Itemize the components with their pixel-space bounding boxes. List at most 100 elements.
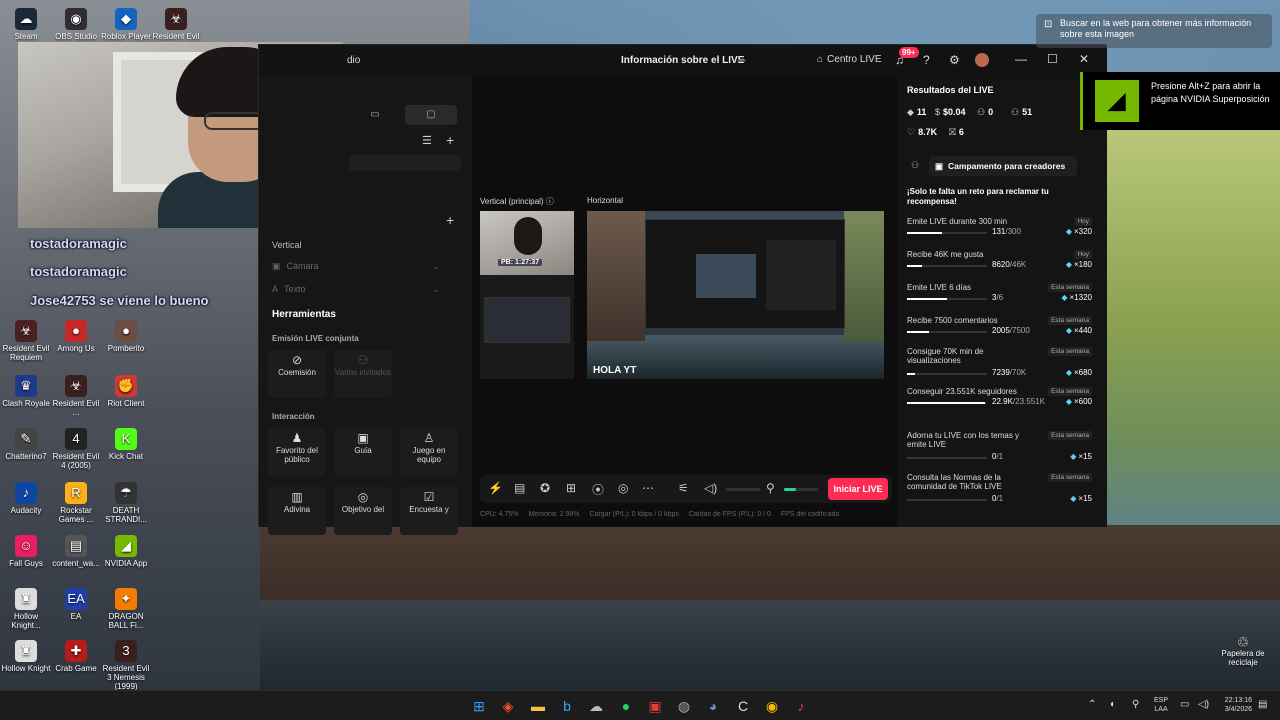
challenge-item[interactable]: Conseguir 23.551K seguidores Esta semana 2…: [907, 387, 1092, 419]
tray-app-icon[interactable]: ◐: [1110, 699, 1116, 710]
effects-icon[interactable]: ✪: [540, 481, 550, 495]
recycle-bin[interactable]: ♲ Papelera de reciclaje: [1220, 635, 1266, 667]
maximize-icon[interactable]: ☐: [1047, 52, 1058, 66]
desktop-icon[interactable]: R Rockstar Games ...: [50, 482, 102, 524]
tool-icon: ♟: [291, 431, 303, 445]
desktop-icon[interactable]: ◢ NVIDIA App: [100, 535, 152, 568]
desktop-icon[interactable]: ♛ Clash Royale: [0, 375, 52, 408]
gear-icon[interactable]: ⚙: [949, 53, 960, 67]
desktop-icon[interactable]: ♜ Hollow Knight...: [0, 588, 52, 630]
desktop-icon[interactable]: ✦ DRAGON BALL Fi...: [100, 588, 152, 630]
speaker-volume-slider[interactable]: [726, 488, 760, 491]
desktop-icon[interactable]: K Kick Chat: [100, 428, 152, 461]
desktop-icon[interactable]: ♪ Audacity: [0, 482, 52, 515]
desktop-icon[interactable]: ☂ DEATH STRANDI...: [100, 482, 152, 524]
vertical-preview[interactable]: PB: 1:27:37: [480, 211, 574, 379]
tiktok-icon[interactable]: ♪: [792, 697, 810, 715]
challenge-item[interactable]: Emite LIVE durante 300 min Hoy 131/300 ◆ ×32…: [907, 217, 1092, 249]
chevron-down-icon[interactable]: ⌄: [432, 284, 440, 295]
challenge-item[interactable]: Consulta las Normas de la comunidad de T…: [907, 473, 1092, 505]
list-icon[interactable]: ☰: [422, 134, 432, 147]
challenge-item[interactable]: Recibe 7500 comentarios Esta semana 2005/7…: [907, 316, 1092, 348]
start-live-button[interactable]: Iniciar LIVE: [828, 478, 888, 500]
web-search-tooltip[interactable]: ⊡ Buscar en la web para obtener más info…: [1036, 14, 1272, 48]
horizontal-preview[interactable]: HOLA YT: [587, 211, 884, 379]
windows-start-icon[interactable]: ⊞: [470, 697, 488, 715]
add-source-icon[interactable]: +: [446, 212, 454, 228]
desktop-icon[interactable]: ● Among Us: [50, 320, 102, 353]
mic-tray-icon[interactable]: ⚲: [1132, 699, 1139, 710]
nvidia-overlay-toast[interactable]: ◢ Presione Alt+Z para abrir la página NV…: [1080, 72, 1280, 130]
spotify-icon[interactable]: ●: [617, 697, 635, 715]
volume-icon[interactable]: ◁): [1198, 699, 1209, 710]
tool-card[interactable]: ♟ Favorito del público: [268, 428, 326, 476]
minimize-icon[interactable]: —: [1015, 52, 1027, 66]
steam-icon[interactable]: ☁: [587, 697, 605, 715]
file-explorer-icon[interactable]: ▬: [529, 697, 547, 715]
camera-settings-icon[interactable]: ◎: [618, 481, 628, 495]
tool-card[interactable]: ♙ Juego en equipo: [400, 428, 458, 476]
notification-icon[interactable]: ▤: [1258, 699, 1267, 710]
desktop-icon[interactable]: ☣ Resident Evil Requiem: [0, 320, 52, 362]
desktop-icon[interactable]: ☺ Fall Guys: [0, 535, 52, 568]
source-text[interactable]: A Texto ⌄: [272, 284, 462, 302]
tool-card[interactable]: ◎ Objetivo del: [334, 487, 392, 535]
speaker-icon[interactable]: ◁): [704, 481, 717, 495]
centro-live-button[interactable]: ⌂ Centro LIVE: [817, 54, 882, 65]
add-scene-icon[interactable]: +: [446, 132, 454, 148]
memory-stat: Memoria: 2.98%: [528, 511, 580, 518]
ccleaner-icon[interactable]: C: [734, 697, 752, 715]
mixer-icon[interactable]: ⚟: [678, 481, 689, 495]
record-icon[interactable]: ⦿: [592, 481, 604, 498]
info-icon[interactable]: ⓘ: [546, 197, 554, 206]
more-icon[interactable]: ⋯: [642, 481, 654, 495]
brave-icon[interactable]: ◈: [499, 697, 517, 715]
layout-icon[interactable]: ▤: [514, 481, 525, 495]
help-icon[interactable]: ?: [923, 53, 930, 67]
desktop-icon[interactable]: ◆ Roblox Player: [100, 8, 152, 41]
clock[interactable]: 22:13:16 3/4/2026: [1218, 696, 1252, 714]
network-icon[interactable]: ▭: [1180, 699, 1189, 710]
chevron-up-icon[interactable]: ⌃: [1088, 699, 1096, 710]
tiktok-studio-icon[interactable]: ▣: [646, 697, 664, 715]
chrome-dev-icon[interactable]: ◍: [675, 697, 693, 715]
campaign-button[interactable]: ▣ Campamento para creadores: [929, 156, 1077, 176]
tool-card[interactable]: ▣ Guía: [334, 428, 392, 476]
desktop-icon[interactable]: ☣ Resident Evil ...: [50, 375, 102, 417]
avatar[interactable]: [975, 53, 989, 67]
language-indicator[interactable]: ESP LAA: [1154, 696, 1168, 714]
desktop-icon[interactable]: 3 Resident Evil 3 Nemesis (1999): [100, 640, 152, 691]
scene-row[interactable]: [349, 155, 461, 171]
magic-wand-icon[interactable]: ⚡: [488, 481, 503, 495]
tab-landscape[interactable]: ▭: [349, 105, 401, 125]
desktop-icon[interactable]: ✎ Chatterino7: [0, 428, 52, 461]
tool-card[interactable]: ▥ Adivina: [268, 487, 326, 535]
discord-icon[interactable]: ◕: [704, 697, 722, 715]
live-info-title[interactable]: Información sobre el LIVE: [621, 55, 744, 66]
challenge-item[interactable]: Recibe 46K me gusta Hoy 8620/46K ◆ ×180: [907, 250, 1092, 282]
bing-icon[interactable]: b: [558, 697, 576, 715]
chevron-down-icon[interactable]: ⌄: [432, 261, 440, 272]
challenge-item[interactable]: Emite LIVE 6 días Esta semana 3/6 ◆ ×1320: [907, 283, 1092, 315]
desktop-icon[interactable]: ♜ Hollow Knight: [0, 640, 52, 673]
desktop-icon[interactable]: ☁ Steam: [0, 8, 52, 41]
share-icon[interactable]: ➦: [737, 54, 746, 67]
chrome-icon[interactable]: ◉: [763, 697, 781, 715]
microphone-icon[interactable]: ⚲: [766, 481, 775, 495]
desktop-icon[interactable]: ✚ Crab Game: [50, 640, 102, 673]
desktop-icon[interactable]: ▤ content_wa...: [50, 535, 102, 568]
source-camera[interactable]: ▣ Cámara ⌄: [272, 261, 462, 279]
tool-card[interactable]: ⊘ Coemisión: [268, 350, 326, 398]
desktop-icon[interactable]: 4 Resident Evil 4 (2005): [50, 428, 102, 470]
close-icon[interactable]: ✕: [1079, 52, 1089, 66]
grid-icon[interactable]: ⊞: [566, 481, 576, 495]
desktop-icon[interactable]: EA EA: [50, 588, 102, 621]
home-icon: ⌂: [817, 54, 824, 65]
challenge-item[interactable]: Consigue 70K min de visualizaciones Esta …: [907, 347, 1092, 379]
desktop-icon[interactable]: ◉ OBS Studio: [50, 8, 102, 41]
tool-card[interactable]: ☑ Encuesta y: [400, 487, 458, 535]
desktop-icon[interactable]: ✊ Riot Client: [100, 375, 152, 408]
challenge-item[interactable]: Adorna tu LIVE con los temas y emite LIV…: [907, 431, 1092, 463]
tab-portrait[interactable]: ▢: [405, 105, 457, 125]
desktop-icon[interactable]: ● Pomberito: [100, 320, 152, 353]
